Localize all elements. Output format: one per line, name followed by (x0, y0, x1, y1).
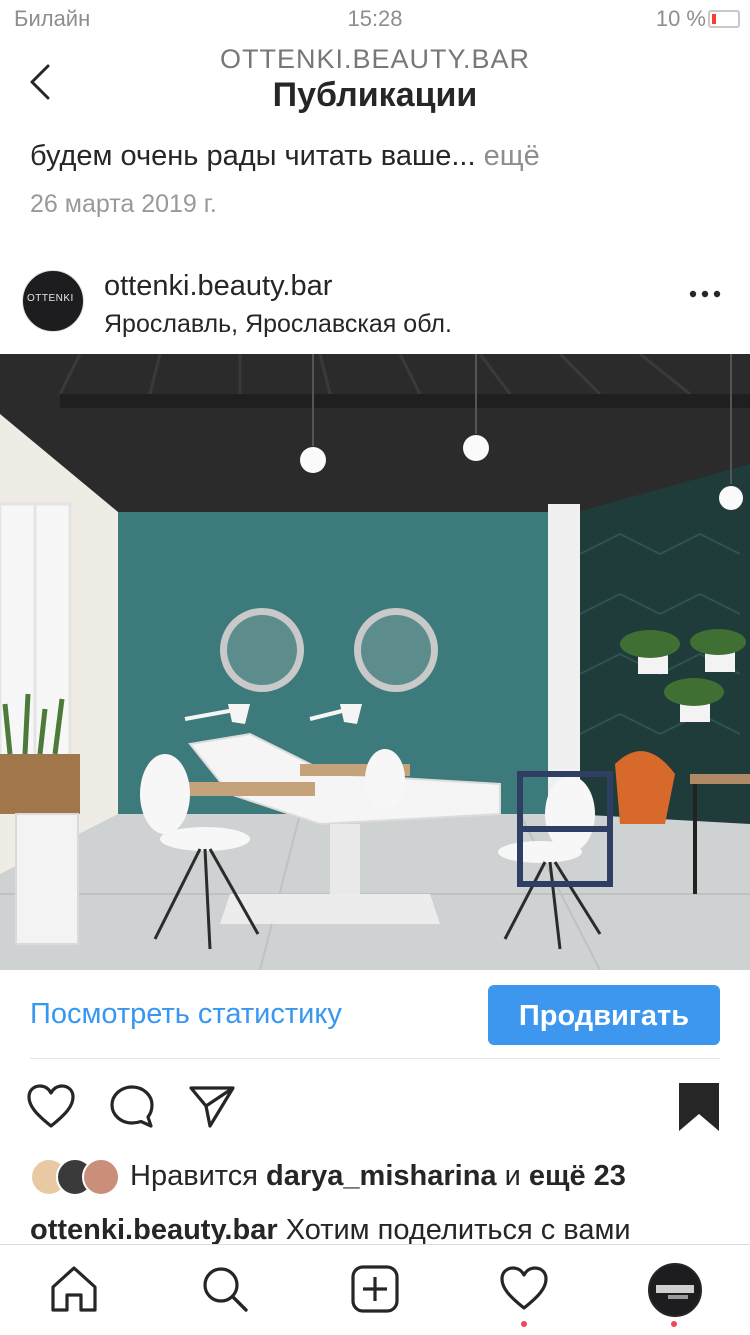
divider (30, 1058, 720, 1059)
bookmark-icon[interactable] (678, 1082, 720, 1132)
likes-user[interactable]: darya_misharina (266, 1160, 497, 1192)
profile-icon[interactable] (648, 1263, 702, 1317)
view-stats-link[interactable]: Посмотреть статистику (30, 998, 342, 1031)
status-bar: Билайн 15:28 10 % (0, 0, 750, 40)
likes-row[interactable]: Нравится darya_misharina и ещё 23 (0, 1152, 750, 1202)
home-icon[interactable] (48, 1263, 100, 1315)
nav-header: OTTENKI.BEAUTY.BAR Публикации (0, 38, 750, 128)
page-title: Публикации (272, 76, 478, 114)
post-caption: ottenki.beauty.bar Хотим поделиться с ва… (30, 1214, 631, 1247)
promote-button[interactable]: Продвигать (488, 985, 720, 1045)
post-header: OTTENKI ottenki.beauty.bar Ярославль, Яр… (0, 256, 750, 352)
search-icon[interactable] (199, 1263, 251, 1315)
previous-caption-text: будем очень рады читать ваше... (30, 140, 476, 172)
avatar[interactable]: OTTENKI (22, 270, 84, 332)
activity-icon[interactable] (498, 1263, 550, 1315)
account-name: OTTENKI.BEAUTY.BAR (219, 44, 531, 74)
clock: 15:28 (347, 6, 403, 31)
previous-caption: будем очень рады читать ваше... ещё (30, 140, 540, 173)
liker-avatar (82, 1158, 120, 1196)
avatar-logo: OTTENKI (27, 293, 74, 304)
profile-notification-dot (671, 1321, 677, 1327)
tab-bar (0, 1244, 750, 1335)
comment-icon[interactable] (108, 1083, 156, 1131)
battery-icon (708, 10, 740, 28)
caption-username[interactable]: ottenki.beauty.bar (30, 1214, 278, 1246)
add-icon[interactable] (349, 1263, 401, 1315)
likes-connector: и (504, 1160, 521, 1192)
caption-text: Хотим поделиться с вами (285, 1214, 631, 1246)
share-icon[interactable] (188, 1084, 236, 1130)
more-icon[interactable] (688, 288, 722, 300)
post-image[interactable] (0, 354, 750, 970)
likes-count[interactable]: ещё 23 (529, 1160, 626, 1192)
heart-icon[interactable] (26, 1084, 76, 1130)
previous-post-date: 26 марта 2019 г. (30, 190, 217, 218)
likes-prefix: Нравится (130, 1160, 258, 1192)
post-location[interactable]: Ярославль, Ярославская обл. (104, 310, 452, 339)
more-link[interactable]: ещё (484, 140, 540, 172)
battery-percent: 10 % (655, 6, 706, 31)
post-username[interactable]: ottenki.beauty.bar (104, 270, 332, 303)
profile-avatar-image (656, 1285, 694, 1299)
likes-text: Нравится darya_misharina и ещё 23 (130, 1160, 626, 1193)
activity-notification-dot (521, 1321, 527, 1327)
